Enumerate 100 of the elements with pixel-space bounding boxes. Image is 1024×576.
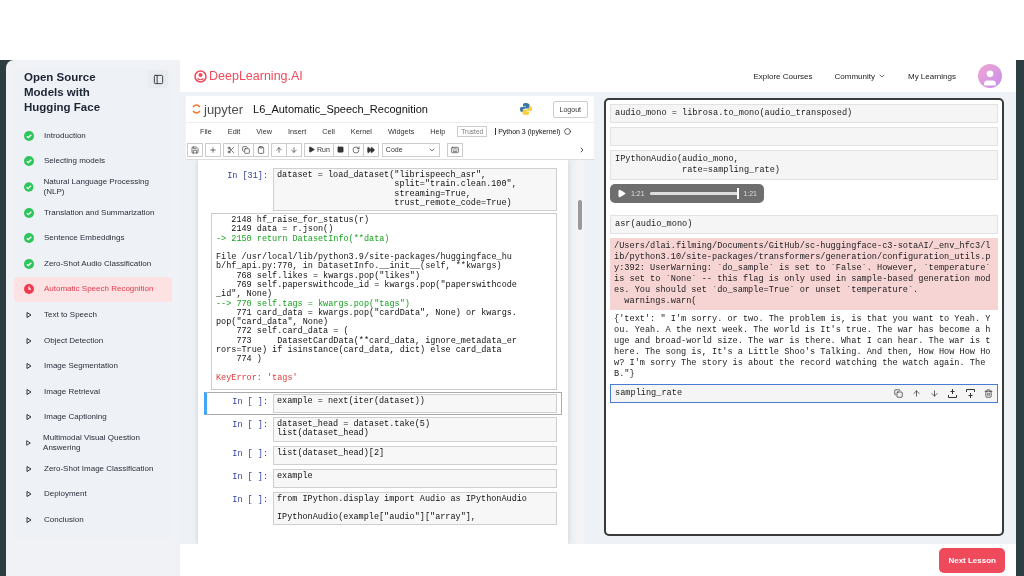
- code-cell[interactable]: [610, 127, 998, 146]
- check-circle-icon: [24, 207, 34, 218]
- keyboard-button[interactable]: [446, 142, 463, 157]
- output-text: -> 2150 return DatasetInfo(**data): [216, 234, 391, 245]
- sidebar-toggle-button[interactable]: [148, 70, 168, 88]
- transcription-output: {'text': " I'm sorry. or two. The problem is, is that you want to Yeah. Y ou. Yeah. A the next week. The world is It's true. The war has become a h uge and broad-world size. The war is there. What I can hear. The war is t here. The song is, It's a Little Shoo's Talking. And then, How How How Ho w? I'm sorry The story is about the record watching the watch again. The B."}: [614, 314, 992, 380]
- notebook-title[interactable]: L6_Automatic_Speech_Recognition: [253, 103, 428, 115]
- lesson-item[interactable]: Selecting models: [14, 148, 172, 175]
- code-input[interactable]: example: [273, 468, 557, 488]
- chevron-right-icon[interactable]: [578, 145, 586, 154]
- stop-icon: [337, 146, 345, 153]
- sidebar-icon: [152, 73, 164, 85]
- move-down-icon[interactable]: [930, 389, 939, 398]
- move-up-icon[interactable]: [912, 389, 921, 398]
- notebook-cell[interactable]: In [ ]: example = next(iter(dataset)): [204, 391, 562, 415]
- lesson-item[interactable]: Sentence Embeddings: [14, 225, 172, 251]
- code-text: sampling_rate: [615, 388, 684, 399]
- lesson-item[interactable]: Automatic Speech Recognition: [14, 276, 172, 303]
- play-icon: [24, 463, 34, 474]
- notebook-cell[interactable]: In [ ]: dataset_head = dataset.take(5) list(dataset_head): [204, 414, 562, 444]
- notebook-cell[interactable]: In [ ]: from IPython.display import Audio as IPythonAudio IPythonAudio(example["audio"]["array"],: [204, 489, 562, 528]
- play-icon: [24, 309, 34, 320]
- clock-icon: [24, 284, 34, 295]
- play-icon: [24, 361, 34, 372]
- code-input[interactable]: example = next(iter(dataset)): [273, 393, 557, 413]
- save-button[interactable]: [187, 142, 203, 157]
- lesson-item[interactable]: Image Retrieval: [14, 378, 172, 405]
- avatar[interactable]: [978, 64, 1002, 88]
- check-circle-icon: [24, 130, 34, 141]
- lesson-item[interactable]: Text to Speech: [14, 302, 172, 328]
- lesson-item[interactable]: Introduction: [14, 123, 172, 149]
- python-logo-icon: [518, 102, 533, 116]
- code-text: asr(audio_mono): [615, 219, 694, 230]
- play-icon[interactable]: [617, 189, 626, 198]
- check-circle-icon: [24, 258, 34, 269]
- brand-name[interactable]: DeepLearning.AI: [209, 69, 303, 83]
- plus-icon: [209, 145, 217, 154]
- lesson-item[interactable]: Deployment: [14, 481, 172, 507]
- check-circle-icon: [24, 182, 34, 192]
- lesson-item[interactable]: Image Segmentation: [14, 353, 172, 379]
- clipboard-icon: [257, 145, 265, 154]
- next-lesson-button[interactable]: Next Lesson: [939, 547, 1005, 573]
- play-icon: [24, 489, 34, 500]
- lesson-item[interactable]: Multimodal Visual Question Answering: [14, 430, 172, 456]
- code-input[interactable]: from IPython.display import Audio as IPythonAudio IPythonAudio(example["audio"]["array"],: [273, 491, 557, 526]
- lesson-item[interactable]: Zero-Shot Audio Classification: [14, 250, 172, 277]
- lesson-item[interactable]: Object Detection: [14, 327, 172, 354]
- play-icon: [24, 437, 34, 448]
- nav-link[interactable]: My Learnings: [907, 71, 956, 81]
- output-text: --> 770 self.tags = kwargs.pop("tags"): [216, 299, 410, 309]
- copy-icon: [242, 145, 250, 154]
- code-text: audio_mono = librosa.to_mono(audio_transposed): [615, 108, 854, 119]
- lesson-item[interactable]: Translation and Summarization: [14, 199, 172, 226]
- course-title: Open Source Models with Hugging Face: [24, 70, 102, 115]
- cell-prompt: In [ ]:: [231, 418, 269, 430]
- cell-prompt: In [31]:: [226, 170, 269, 181]
- progress-thumb[interactable]: [737, 188, 740, 199]
- insert-below-icon[interactable]: [966, 389, 975, 398]
- scissors-icon: [227, 145, 235, 154]
- output-text: 2148 hf_raise_for_status(r) 2149 data = r.json(): [230, 216, 370, 235]
- delete-icon[interactable]: [984, 389, 993, 398]
- output-text: 768 self.likes = kwargs.pop("likes") 769 self.paperswithcode_id = kwargs.pop("paperswithcode _id", None): [216, 271, 518, 300]
- chevron-down-icon: [877, 72, 886, 80]
- notebook-cell[interactable]: In [ ]: example: [204, 466, 562, 490]
- play-icon: [308, 146, 315, 153]
- lesson-item[interactable]: Zero-Shot Image Classification: [14, 455, 172, 482]
- check-circle-icon: [24, 156, 34, 167]
- add-cell-button[interactable]: [205, 142, 221, 157]
- code-input[interactable]: dataset_head = dataset.take(5) list(dataset_head): [273, 416, 557, 442]
- jupyter-wordmark: jupyter: [204, 101, 244, 117]
- notebook-cell[interactable]: In [ ]: list(dataset_head)[2]: [204, 443, 562, 467]
- kernel-status-icon: [564, 128, 572, 135]
- nav-link[interactable]: Explore Courses: [753, 71, 813, 81]
- play-icon: [24, 412, 34, 423]
- jupyter-logo-icon: [192, 103, 201, 115]
- lesson-item[interactable]: Natural Language Processing (NLP): [14, 174, 172, 200]
- code-cell[interactable]: asr(audio_mono): [610, 215, 998, 234]
- code-cell[interactable]: IPythonAudio(audio_mono, rate=sampling_rate): [610, 150, 998, 180]
- cell-prompt: In [ ]:: [231, 470, 269, 482]
- code-cell[interactable]: sampling_rate: [610, 384, 998, 403]
- duplicate-icon[interactable]: [894, 389, 903, 398]
- lesson-item[interactable]: Conclusion: [14, 506, 172, 533]
- scrollbar-thumb[interactable]: [578, 200, 582, 230]
- code-input[interactable]: dataset = load_dataset("librispeech_asr", split="train.clean.100", streaming=True, trust_remote_code=True): [273, 168, 557, 212]
- lesson-item[interactable]: Image Captioning: [14, 404, 172, 431]
- copy-button[interactable]: [238, 142, 254, 157]
- cut-button[interactable]: [223, 142, 239, 157]
- code-input[interactable]: list(dataset_head)[2]: [273, 445, 557, 465]
- insert-above-icon[interactable]: [948, 389, 957, 398]
- restart-icon: [351, 145, 360, 154]
- nav-link[interactable]: Community: [834, 71, 886, 81]
- play-icon: [24, 514, 34, 525]
- save-icon: [191, 145, 199, 154]
- cell-prompt: In [ ]:: [231, 447, 269, 459]
- logo-icon[interactable]: [194, 69, 207, 83]
- output-text: File /usr/local/lib/python3.9/site-packages/huggingface_hu b/hf_api.py:770, in DatasetInfo.__init__(self, **kwargs): [216, 253, 513, 272]
- paste-button[interactable]: [253, 142, 269, 157]
- cell-prompt: In [ ]:: [231, 395, 269, 407]
- play-icon: [24, 335, 34, 346]
- code-cell[interactable]: audio_mono = librosa.to_mono(audio_transposed): [610, 104, 998, 123]
